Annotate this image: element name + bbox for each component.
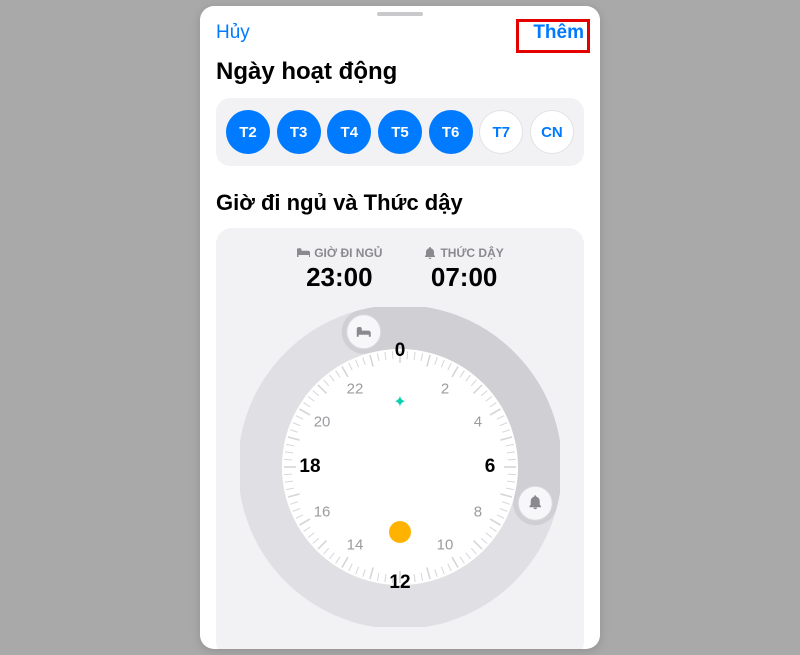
- hour-10: 10: [437, 536, 454, 553]
- hour-22: 22: [347, 381, 364, 398]
- wake-value: 07:00: [424, 262, 503, 293]
- day-chip-t6[interactable]: T6: [429, 110, 473, 154]
- cancel-button[interactable]: Hủy: [216, 22, 250, 44]
- hour-18: 18: [299, 456, 320, 478]
- days-picker-row: T2T3T4T5T6T7CN: [216, 98, 584, 166]
- sun-icon: [391, 523, 409, 541]
- day-chip-cn[interactable]: CN: [530, 110, 574, 154]
- clock-header: GIỜ ĐI NGỦ 23:00 THỨC DẬY 07:00: [232, 246, 568, 293]
- sparkle-icon: ✦: [393, 392, 406, 412]
- day-chip-t7[interactable]: T7: [479, 110, 523, 154]
- hour-0: 0: [395, 340, 406, 362]
- wake-block: THỨC DẬY 07:00: [424, 246, 503, 293]
- active-days-section: Ngày hoạt động T2T3T4T5T6T7CN: [200, 58, 600, 166]
- bedtime-handle[interactable]: [347, 315, 381, 349]
- wake-handle[interactable]: [518, 486, 552, 520]
- sleep-dial[interactable]: ✦ 0 2 4 6 8 10 12 14 16 18 20 22: [240, 307, 560, 627]
- bedtime-block: GIỜ ĐI NGỦ 23:00: [296, 246, 382, 293]
- day-chip-t5[interactable]: T5: [378, 110, 422, 154]
- hour-16: 16: [314, 504, 331, 521]
- bell-icon: [424, 247, 436, 259]
- clock-title: Giờ đi ngủ và Thức dậy: [216, 190, 584, 216]
- hour-14: 14: [347, 536, 364, 553]
- sleep-schedule-modal: Hủy Thêm Ngày hoạt động T2T3T4T5T6T7CN G…: [200, 6, 600, 649]
- clock-section: Giờ đi ngủ và Thức dậy GIỜ ĐI NGỦ 23:00 …: [200, 190, 600, 649]
- clock-card: GIỜ ĐI NGỦ 23:00 THỨC DẬY 07:00: [216, 228, 584, 649]
- hour-2: 2: [441, 381, 449, 398]
- hour-12: 12: [389, 572, 410, 594]
- hour-4: 4: [474, 414, 482, 431]
- day-chip-t3[interactable]: T3: [277, 110, 321, 154]
- hour-8: 8: [474, 504, 482, 521]
- bedtime-label: GIỜ ĐI NGỦ: [296, 246, 382, 260]
- hour-6: 6: [485, 456, 496, 478]
- day-chip-t4[interactable]: T4: [327, 110, 371, 154]
- days-title: Ngày hoạt động: [216, 58, 584, 86]
- bedtime-value: 23:00: [296, 262, 382, 293]
- add-button[interactable]: Thêm: [533, 22, 584, 44]
- hour-20: 20: [314, 414, 331, 431]
- bed-icon: [296, 248, 310, 258]
- day-chip-t2[interactable]: T2: [226, 110, 270, 154]
- wake-label: THỨC DẬY: [424, 246, 503, 260]
- nav-bar: Hủy Thêm: [200, 16, 600, 52]
